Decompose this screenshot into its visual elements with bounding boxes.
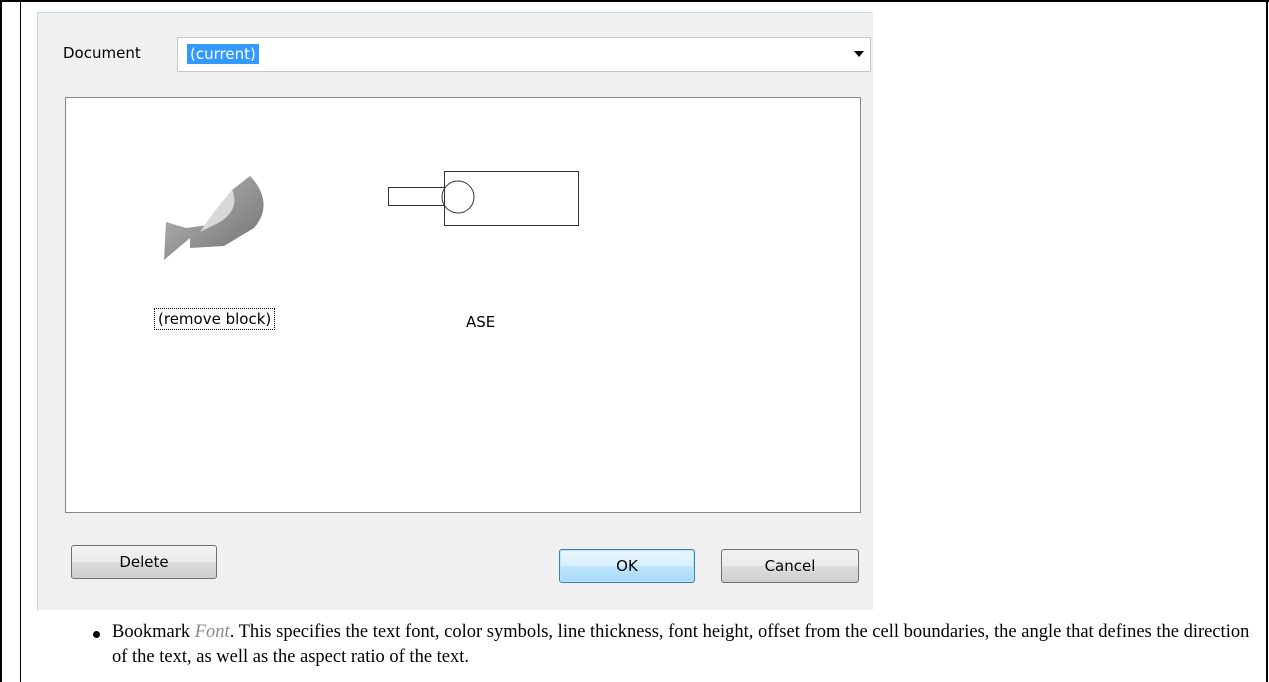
table-border-inner [20,0,21,682]
table-border-left [0,0,2,682]
block-list-panel: (remove block) ASE [65,97,861,513]
bullet-paragraph: Bookmark Font. This specifies the text f… [112,620,1252,670]
table-border-right [1266,0,1268,682]
document-dropdown-value: (current) [187,44,259,64]
block-label-remove[interactable]: (remove block) [153,308,276,330]
remove-block-arrow-icon [164,176,264,260]
ase-block-preview [388,171,579,226]
delete-button[interactable]: Delete [71,545,217,579]
block-label-ase[interactable]: ASE [466,313,495,331]
bullet-lead: Bookmark [112,622,195,642]
cancel-button[interactable]: Cancel [721,549,859,583]
bullet-description: . This specifies the text font, color sy… [112,622,1250,667]
document-label: Document [63,44,141,62]
document-dropdown[interactable]: (current) [177,37,871,72]
ok-button[interactable]: OK [559,549,695,583]
bullet-point [93,631,100,638]
block-selection-dialog: Document (current) (remove block) ASE De… [37,12,873,610]
bullet-term-font: Font [194,622,230,642]
dropdown-arrow-icon[interactable] [854,51,864,57]
